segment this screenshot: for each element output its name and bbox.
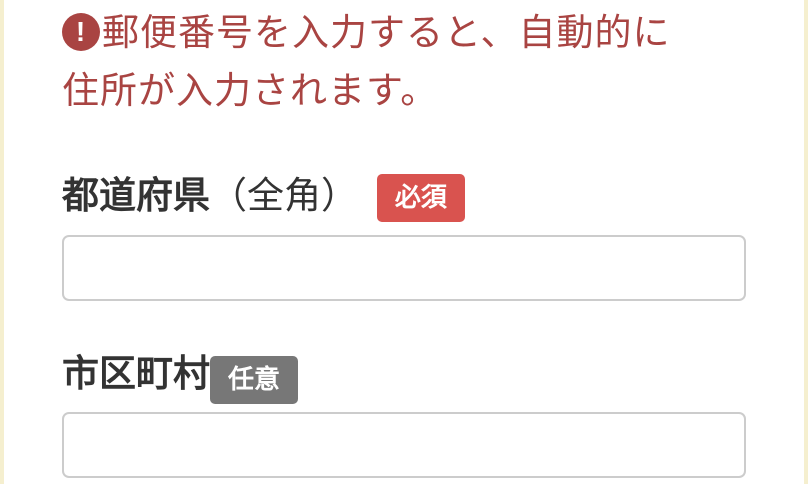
city-input[interactable] [62,412,746,478]
right-border [804,0,808,484]
notice-line-2: 住所が入力されます。 [62,69,439,112]
optional-badge: 任意 [210,355,299,404]
city-label-text: 市区町村 [62,352,210,395]
prefecture-label: 都道府県（全角） 必須 [62,165,465,222]
prefecture-sublabel: （全角） [210,174,358,217]
prefecture-label-text: 都道府県 [62,174,210,217]
notice-text-1: 郵便番号を入力すると、自動的に [102,11,671,54]
postal-code-notice: ! 郵便番号を入力すると、自動的に 住所が入力されます。 [62,4,762,120]
exclamation-circle-icon: ! [62,13,100,51]
left-border [0,0,4,484]
required-badge: 必須 [376,173,465,222]
city-label: 市区町村 任意 [62,343,299,404]
prefecture-input[interactable] [62,235,746,301]
notice-line-1: ! 郵便番号を入力すると、自動的に [62,4,762,62]
